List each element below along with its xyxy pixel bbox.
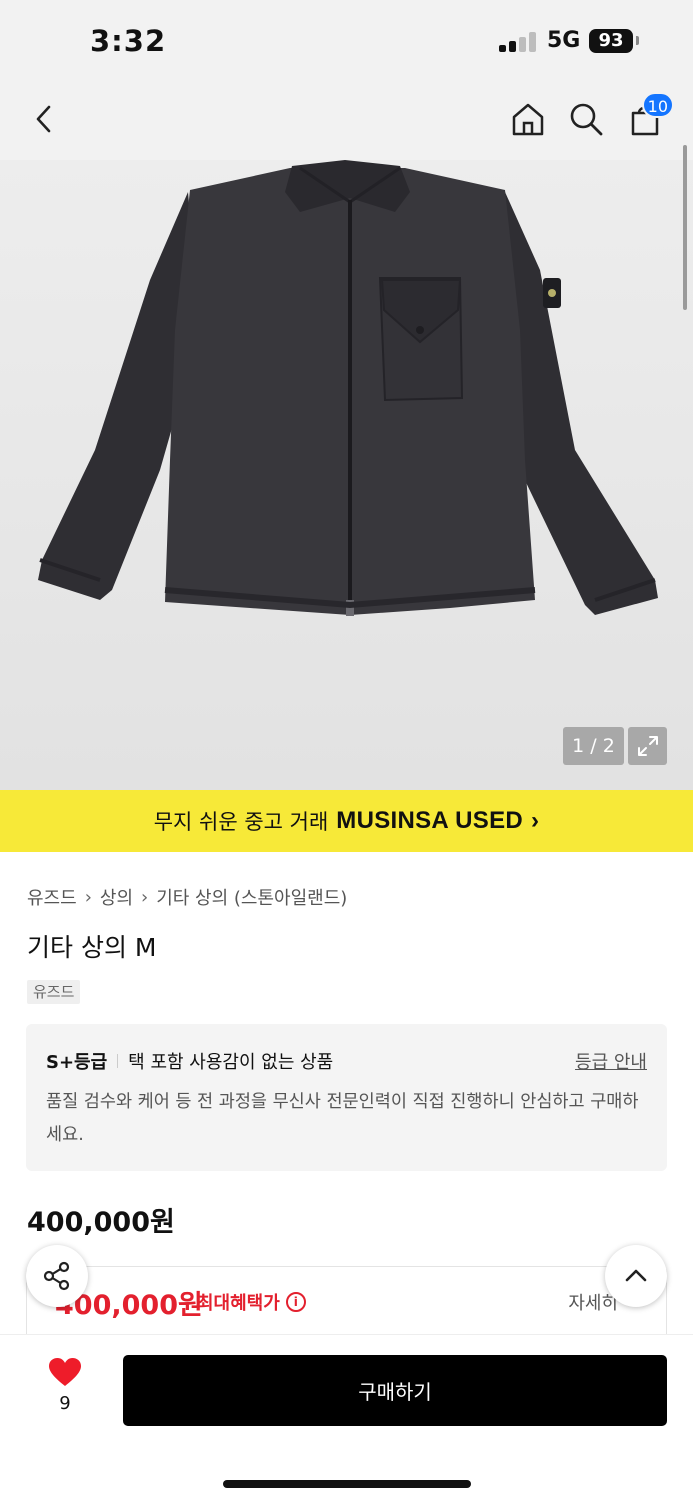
- jacket-illustration: [38, 160, 658, 616]
- musinsa-used-banner[interactable]: 무지 쉬운 중고 거래 MUSINSA USED ›: [0, 790, 693, 852]
- grade-label: S+등급: [46, 1052, 108, 1073]
- share-button[interactable]: [26, 1245, 88, 1307]
- product-title: 기타 상의 M: [27, 933, 157, 962]
- battery-icon: 93: [589, 29, 633, 53]
- bottom-action-bar: 9 구매하기: [0, 1334, 693, 1500]
- image-counter: 1 / 2: [563, 727, 624, 765]
- cart-count-badge: 10: [641, 92, 674, 118]
- scroll-top-button[interactable]: [605, 1245, 667, 1307]
- heart-icon: [49, 1358, 81, 1386]
- product-tag: 유즈드: [27, 980, 81, 1004]
- breadcrumb-item[interactable]: 상의: [100, 884, 133, 910]
- grade-info-box: S+등급 택 포함 사용감이 없는 상품 등급 안내 품질 검수와 케어 등 전…: [26, 1024, 667, 1171]
- back-icon: [36, 105, 51, 133]
- battery-cap: [636, 36, 639, 45]
- breadcrumb-item[interactable]: 유즈드: [27, 884, 77, 910]
- status-bar: 3:32 5G 93: [0, 0, 693, 82]
- back-button[interactable]: [22, 96, 68, 142]
- home-indicator: [223, 1480, 471, 1488]
- benefit-label: 최대혜택가: [197, 1293, 280, 1314]
- buy-button[interactable]: 구매하기: [123, 1355, 667, 1426]
- home-icon: [512, 103, 544, 136]
- breadcrumb: 유즈드 › 상의 › 기타 상의 (스톤아일랜드): [27, 884, 347, 910]
- info-icon[interactable]: i: [285, 1292, 306, 1312]
- banner-text: 무지 쉬운 중고 거래: [153, 810, 329, 834]
- search-button[interactable]: [563, 96, 609, 142]
- network-label: 5G: [547, 28, 581, 53]
- status-time: 3:32: [90, 24, 167, 58]
- product-price: 400,000원: [27, 1207, 175, 1238]
- grade-summary: 택 포함 사용감이 없는 상품: [128, 1052, 334, 1073]
- chevron-right-icon: ›: [141, 886, 149, 908]
- chevron-right-icon: ›: [531, 807, 540, 834]
- grade-description: 품질 검수와 케어 등 전 과정을 무신사 전문인력이 직접 진행하니 안심하고…: [46, 1092, 639, 1145]
- breadcrumb-item[interactable]: 기타 상의 (스톤아일랜드): [156, 884, 347, 910]
- share-icon: [43, 1261, 70, 1291]
- max-benefit-box[interactable]: 400,000원 최대혜택가 i 자세히: [26, 1266, 667, 1338]
- top-nav: 10: [0, 82, 693, 160]
- grade-guide-link[interactable]: 등급 안내: [575, 1048, 647, 1074]
- product-image[interactable]: [0, 160, 693, 790]
- search-icon: [570, 103, 603, 136]
- cart-button[interactable]: 10: [622, 92, 674, 142]
- benefit-label-group: 최대혜택가 i: [197, 1289, 306, 1315]
- divider: [117, 1054, 119, 1068]
- like-count: 9: [59, 1393, 71, 1414]
- expand-icon: [637, 736, 658, 756]
- signal-icon: [499, 32, 537, 52]
- home-button[interactable]: [505, 96, 551, 142]
- page-scrollbar[interactable]: [683, 145, 687, 310]
- like-button[interactable]: 9: [40, 1357, 90, 1414]
- chevron-right-icon: ›: [84, 886, 92, 908]
- grade-header: S+등급 택 포함 사용감이 없는 상품: [46, 1048, 333, 1074]
- expand-image-button[interactable]: [628, 727, 667, 765]
- banner-brand: MUSINSA USED: [336, 807, 524, 834]
- chevron-up-icon: [625, 1269, 647, 1282]
